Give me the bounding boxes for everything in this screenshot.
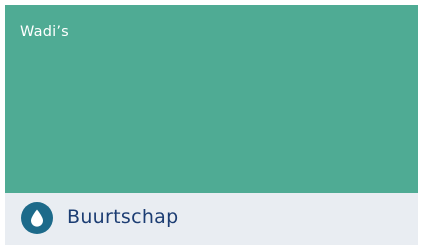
location-card[interactable]: Wadi’s Buurtschap xyxy=(5,5,418,245)
water-drop-icon xyxy=(21,202,53,234)
card-footer: Buurtschap xyxy=(5,193,418,245)
card-title: Wadi’s xyxy=(20,24,69,40)
card-image[interactable]: Wadi’s xyxy=(5,5,418,193)
category-label: Buurtschap xyxy=(67,206,179,228)
